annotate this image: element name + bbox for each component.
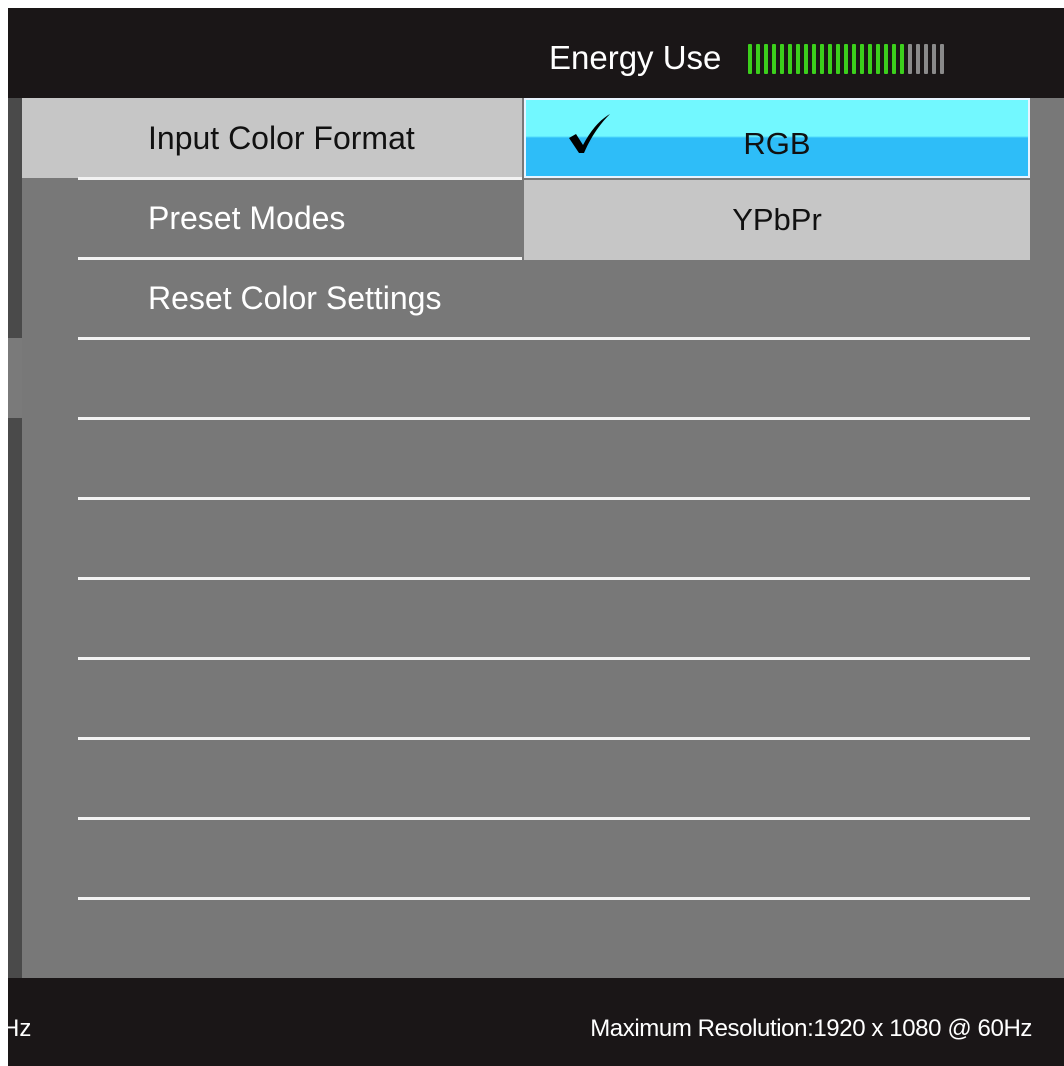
energy-meter-segment [780,44,784,74]
menu-divider [78,897,1030,900]
energy-meter-segment [876,44,880,74]
energy-meter-segment [844,44,848,74]
color-settings-panel: Input Color Format Preset Modes Reset Co… [22,98,1064,978]
menu-divider [78,177,522,180]
menu-item-label: Reset Color Settings [148,280,442,316]
menu-divider [78,657,1030,660]
menu-divider [78,737,1030,740]
option-ypbpr[interactable]: YPbPr [524,180,1030,260]
energy-use-meter [748,44,948,74]
menu-item-preset-modes[interactable]: Preset Modes [22,178,522,258]
energy-meter-segment [900,44,904,74]
energy-meter-segment [764,44,768,74]
energy-meter-segment [820,44,824,74]
energy-meter-segment [868,44,872,74]
max-resolution-text: Maximum Resolution:1920 x 1080 @ 60Hz [590,1015,1032,1042]
energy-meter-segment [748,44,752,74]
energy-meter-segment [932,44,936,74]
menu-item-reset-color-settings[interactable]: Reset Color Settings [22,258,522,338]
energy-meter-segment [892,44,896,74]
energy-meter-segment [860,44,864,74]
energy-meter-segment [924,44,928,74]
footer-left-text: Hz [2,1015,32,1042]
energy-meter-segment [788,44,792,74]
energy-meter-segment [836,44,840,74]
left-edge-strip [8,418,22,978]
energy-meter-segment [804,44,808,74]
energy-meter-segment [796,44,800,74]
energy-meter-segment [852,44,856,74]
osd-screen: Energy Use Input Color Format Preset Mod… [2,8,1064,1066]
osd-header: Energy Use [8,8,1064,98]
energy-meter-segment [772,44,776,74]
menu-divider [78,417,1030,420]
option-label: YPbPr [732,202,822,237]
energy-meter-segment [828,44,832,74]
left-edge-strip [8,338,22,418]
menu-divider [78,337,1030,340]
option-rgb[interactable]: RGB [524,98,1030,178]
menu-divider [78,817,1030,820]
osd-footer: Hz Maximum Resolution:1920 x 1080 @ 60Hz [2,978,1064,1066]
menu-divider [78,257,522,260]
menu-item-label: Input Color Format [148,120,415,156]
energy-meter-segment [812,44,816,74]
energy-meter-segment [756,44,760,74]
left-edge-strip [8,98,22,338]
menu-divider [78,577,1030,580]
option-label: RGB [743,126,811,161]
menu-item-label: Preset Modes [148,200,346,236]
menu-item-input-color-format[interactable]: Input Color Format [22,98,522,178]
energy-meter-segment [940,44,944,74]
energy-meter-segment [916,44,920,74]
energy-meter-segment [908,44,912,74]
energy-meter-segment [884,44,888,74]
menu-divider [78,497,1030,500]
energy-use-label: Energy Use [549,39,722,76]
